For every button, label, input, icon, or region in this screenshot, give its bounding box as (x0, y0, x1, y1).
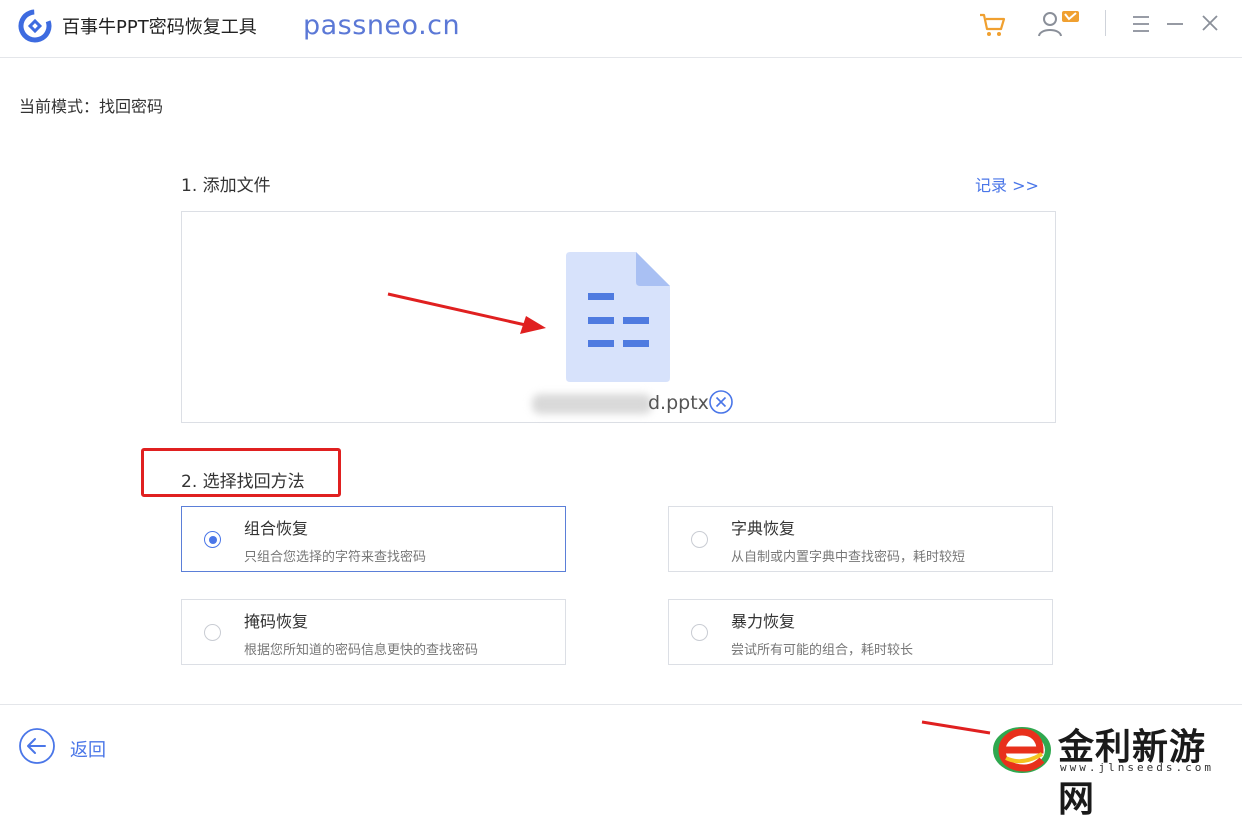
close-icon[interactable] (1194, 8, 1226, 40)
app-title: 百事牛PPT密码恢复工具 (62, 17, 257, 38)
option-description: 只组合您选择的字符来查找密码 (244, 550, 427, 565)
step1-title: 1. 添加文件 (181, 176, 271, 196)
user-vip-icon[interactable] (1036, 8, 1082, 40)
radio-button[interactable] (691, 624, 708, 641)
blurred-filename-mask (532, 394, 652, 414)
radio-button[interactable] (204, 624, 221, 641)
current-mode-label: 当前模式：找回密码 (19, 97, 164, 116)
option-description: 根据您所知道的密码信息更快的查找密码 (244, 643, 479, 658)
back-arrow-icon[interactable] (18, 727, 56, 765)
option-description: 从自制或内置字典中查找密码，耗时较短 (731, 550, 966, 565)
option-brute-force-recovery[interactable]: 暴力恢复 尝试所有可能的组合，耗时较长 (668, 599, 1053, 665)
footer-divider (0, 704, 1242, 705)
radio-button[interactable] (691, 531, 708, 548)
option-title: 组合恢复 (244, 519, 309, 538)
app-logo-icon (18, 9, 52, 43)
cart-icon[interactable] (976, 8, 1008, 40)
title-bar: 百事牛PPT密码恢复工具 passneo.cn (0, 0, 1242, 58)
option-combination-recovery[interactable]: 组合恢复 只组合您选择的字符来查找密码 (181, 506, 566, 572)
option-mask-recovery[interactable]: 掩码恢复 根据您所知道的密码信息更快的查找密码 (181, 599, 566, 665)
option-title: 掩码恢复 (244, 612, 309, 631)
minimize-icon[interactable] (1159, 8, 1191, 40)
toolbar-separator (1105, 10, 1106, 36)
option-dictionary-recovery[interactable]: 字典恢复 从自制或内置字典中查找密码，耗时较短 (668, 506, 1053, 572)
menu-icon[interactable] (1125, 8, 1157, 40)
option-title: 字典恢复 (731, 519, 796, 538)
file-name: d.pptx (648, 392, 709, 414)
radio-button[interactable] (204, 531, 221, 548)
watermark-logo-icon (993, 727, 1051, 773)
file-dropzone[interactable]: d.pptx (181, 211, 1056, 423)
option-description: 尝试所有可能的组合，耗时较长 (731, 643, 914, 658)
step2-title: 2. 选择找回方法 (181, 472, 305, 492)
option-title: 暴力恢复 (731, 612, 796, 631)
annotation-arrow-line (921, 720, 991, 735)
watermark-url: passneo.cn (303, 10, 461, 41)
watermark-site-url: www.jlnseeds.com (1060, 761, 1214, 774)
pptx-file-icon (566, 252, 670, 382)
back-button[interactable]: 返回 (70, 736, 106, 762)
remove-file-icon[interactable] (708, 389, 734, 415)
record-link[interactable]: 记录 >> (975, 172, 1039, 196)
